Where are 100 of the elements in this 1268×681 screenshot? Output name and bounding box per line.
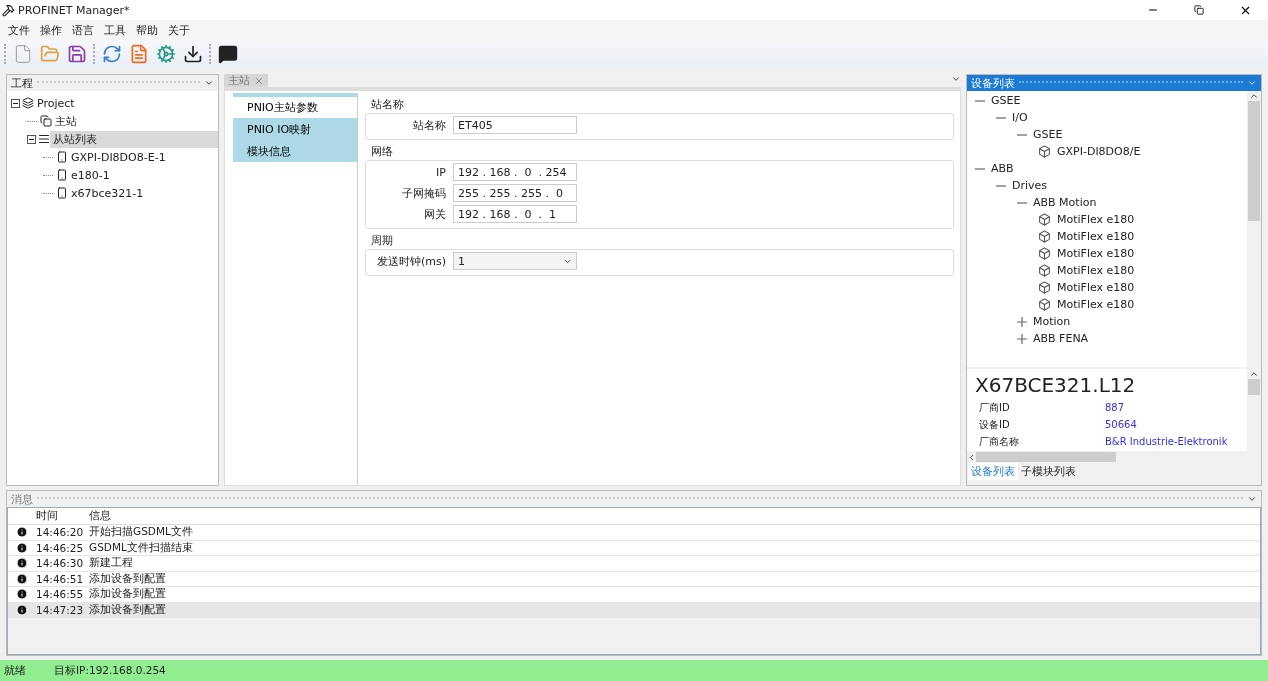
tree-item[interactable]: MotiFlex e180 [1057, 213, 1135, 226]
cube-icon [1038, 230, 1051, 243]
tree-item[interactable]: I/O [1012, 111, 1028, 124]
select-field[interactable]: 1 [453, 252, 577, 270]
info-icon [16, 557, 28, 570]
message-row[interactable]: 14:46:20 开始扫描GSDML文件 [8, 525, 1260, 541]
nav-item[interactable]: PNIO主站参数 [233, 97, 357, 118]
panel-title: 设备列表 [971, 75, 1015, 91]
field-label: 网关 [423, 206, 446, 222]
message-row[interactable]: 14:46:30 新建工程 [8, 556, 1260, 572]
table-cell: 开始扫描GSDML文件 [89, 525, 193, 540]
device-icon [56, 169, 68, 181]
tree-item[interactable]: Project [34, 95, 78, 111]
ip-field[interactable]: 255 . 255 . 255 . 0 [453, 184, 577, 202]
menu-item[interactable]: 操作 [35, 22, 67, 38]
property-label: 厂商ID [978, 400, 1011, 415]
cube-icon [1038, 247, 1051, 260]
tree-item[interactable]: Drives [1012, 179, 1048, 192]
group-title: 网络 [371, 145, 393, 158]
gears-button[interactable] [155, 43, 177, 65]
property-value: 887 [1105, 402, 1125, 413]
tree-item[interactable]: e180-1 [68, 167, 113, 183]
table-cell-text: 14:46:25 [36, 541, 85, 554]
expand-icon[interactable] [1017, 333, 1027, 344]
dropdown-icon[interactable] [1247, 78, 1257, 88]
info-icon [16, 588, 28, 601]
table-cell: 添加设备到配置 [89, 602, 166, 617]
status-text: 目标IP:192.168.0.254 [54, 663, 166, 678]
info-icon [16, 603, 28, 616]
menu-item[interactable]: 帮助 [131, 22, 163, 38]
tree-item[interactable]: ABB Motion [1033, 196, 1097, 209]
close-icon[interactable] [254, 75, 264, 86]
field-label: 发送时钟(ms) [375, 253, 446, 269]
tree-item[interactable]: 主站 [52, 112, 80, 130]
scrollbar[interactable] [1247, 91, 1261, 367]
download-button[interactable] [182, 43, 204, 65]
input-field[interactable]: ET405 [453, 116, 577, 134]
panel-title: 工程 [11, 75, 33, 91]
dropdown-icon[interactable] [951, 74, 961, 84]
tree-item[interactable]: Motion [1033, 315, 1071, 328]
menu-item[interactable]: 语言 [67, 22, 99, 38]
table-cell: 新建工程 [89, 556, 133, 571]
device-name: X67BCE321.L12 [975, 373, 1137, 399]
column-header: 时间 [36, 509, 59, 523]
scroll-left-icon [967, 452, 976, 462]
collapse-icon[interactable] [27, 134, 36, 144]
scroll-thumb[interactable] [1248, 379, 1260, 395]
list-icon [38, 133, 50, 145]
cube-icon [1038, 264, 1051, 277]
panel-tab[interactable]: 子模块列表 [1018, 463, 1079, 480]
ip-field[interactable]: 192 . 168 . 0 . 254 [453, 163, 577, 181]
save-button[interactable] [66, 43, 88, 65]
table-cell: 添加设备到配置 [89, 587, 166, 602]
dropdown-icon[interactable] [1247, 494, 1257, 504]
collapse-icon[interactable] [11, 98, 20, 108]
help-button[interactable] [217, 43, 239, 65]
tree-item[interactable]: ABB FENA [1033, 332, 1089, 345]
scroll-up-icon [1249, 91, 1259, 101]
message-row[interactable]: 14:46:55 添加设备到配置 [8, 587, 1260, 603]
menu-item[interactable]: 文件 [3, 22, 35, 38]
expand-icon[interactable] [1017, 316, 1027, 327]
refresh-button[interactable] [101, 43, 123, 65]
info-icon [16, 541, 28, 554]
scroll-up-icon [1249, 369, 1259, 379]
tree-item[interactable]: GXPI-DI8DO8-E-1 [68, 149, 169, 165]
group-title: 站名称 [371, 98, 404, 111]
scroll-thumb[interactable] [976, 452, 1116, 462]
table-cell-text: 14:46:20 [36, 526, 85, 539]
cube-icon [1038, 213, 1051, 226]
panel-tab[interactable]: 设备列表 [968, 463, 1018, 480]
tab-label: 主站 [228, 73, 250, 88]
tree-item[interactable]: MotiFlex e180 [1057, 264, 1135, 277]
tree-item[interactable]: GSEE [991, 94, 1021, 107]
tree-item[interactable]: MotiFlex e180 [1057, 298, 1135, 311]
tree-item[interactable]: GSEE [1033, 128, 1063, 141]
group-title: 周期 [371, 234, 393, 247]
tree-item[interactable]: 从站列表 [50, 130, 218, 148]
cube-icon [1038, 298, 1051, 311]
tree-item[interactable]: MotiFlex e180 [1057, 281, 1135, 294]
table-cell-text: 14:47:23 [36, 603, 85, 616]
tools-icon [2, 3, 15, 17]
tree-item[interactable]: MotiFlex e180 [1057, 247, 1135, 260]
cube-icon [1038, 281, 1051, 294]
ip-field[interactable]: 192 . 168 . 0 . 1 [453, 205, 577, 223]
menu-item[interactable]: 关于 [163, 22, 195, 38]
tree-item[interactable]: MotiFlex e180 [1057, 230, 1135, 243]
window-title: PROFINET Manager* [18, 3, 131, 17]
property-value: 50664 [1105, 419, 1137, 430]
table-cell-text: 14:46:55 [36, 588, 85, 601]
column-header: 信息 [89, 509, 111, 523]
panel-title: 消息 [11, 491, 33, 507]
tree-item[interactable]: x67bce321-1 [68, 185, 147, 201]
menu-item[interactable]: 工具 [99, 22, 131, 38]
table-cell-text: 14:46:51 [36, 572, 85, 585]
tree-item[interactable]: ABB [991, 162, 1014, 175]
cube-icon [1038, 145, 1051, 158]
dropdown-icon[interactable] [204, 78, 214, 88]
tree-item[interactable]: GXPI-DI8DO8/E [1057, 145, 1141, 158]
property-value: B&R Industrie-Elektronik [1105, 436, 1228, 447]
scroll-thumb[interactable] [1248, 101, 1260, 221]
